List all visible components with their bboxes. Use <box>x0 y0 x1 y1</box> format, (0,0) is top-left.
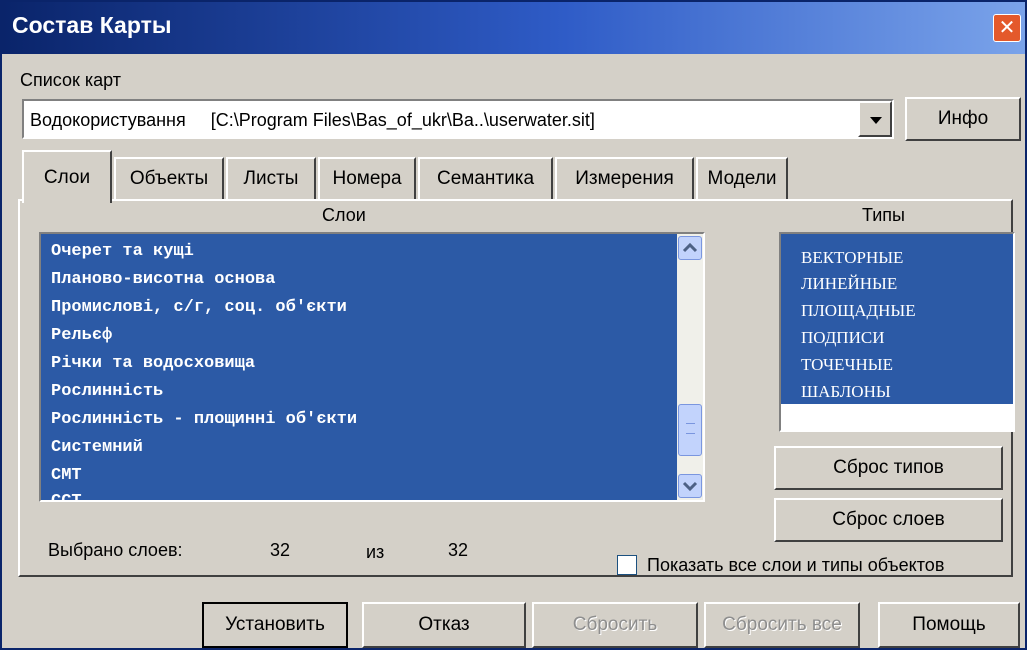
close-icon: ✕ <box>998 17 1016 39</box>
scroll-down-button[interactable] <box>678 474 702 498</box>
list-item[interactable]: ШАБЛОНЫ <box>801 382 891 402</box>
show-all-label[interactable]: Показать все слои и типы объектов <box>647 555 944 576</box>
window-title: Состав Карты <box>12 12 172 38</box>
layers-header: Слои <box>322 205 366 225</box>
selected-layers-label: Выбрано слоев: <box>48 540 183 560</box>
help-button[interactable]: Помощь <box>878 602 1020 648</box>
tab-sheets[interactable]: Листы <box>226 157 316 199</box>
tab-label: Объекты <box>129 168 209 189</box>
title-bar[interactable]: Состав Карты ✕ <box>2 2 1025 54</box>
tab-label: Семантика <box>436 168 535 189</box>
list-item[interactable]: Планово-висотна основа <box>51 270 275 289</box>
types-listbox[interactable]: ВЕКТОРНЫЕ ЛИНЕЙНЫЕ ПЛОЩАДНЫЕ ПОДПИСИ ТОЧ… <box>779 232 1015 432</box>
tab-label: Слои <box>43 166 91 188</box>
list-item[interactable]: Рослинність - площинні об'єкти <box>51 410 357 429</box>
layers-scrollbar[interactable] <box>677 234 703 500</box>
types-header: Типы <box>862 205 905 225</box>
list-item[interactable]: ПЛОЩАДНЫЕ <box>801 301 916 321</box>
tab-objects[interactable]: Объекты <box>114 157 224 199</box>
list-item[interactable]: Рослинність <box>51 382 163 401</box>
list-item[interactable]: ССТ <box>51 492 82 500</box>
info-button[interactable]: Инфо <box>905 97 1021 141</box>
layers-listbox[interactable]: Очерет та кущі Планово-висотна основа Пр… <box>39 232 705 502</box>
tab-label: Модели <box>707 168 777 189</box>
show-all-checkbox[interactable] <box>617 555 637 575</box>
list-item[interactable]: ПОДПИСИ <box>801 328 884 348</box>
scroll-thumb[interactable] <box>678 404 702 456</box>
total-layers-count: 32 <box>448 540 469 560</box>
chevron-up-icon <box>682 242 698 253</box>
list-item[interactable]: СМТ <box>51 466 82 485</box>
list-item[interactable]: ТОЧЕЧНЫЕ <box>801 355 893 375</box>
set-button[interactable]: Установить <box>202 602 348 648</box>
selected-layers-count: 32 <box>270 540 291 560</box>
map-list-label: Список карт <box>20 70 122 90</box>
map-path: [C:\Program Files\Bas_of_ukr\Ba..\userwa… <box>210 110 595 130</box>
tab-layers[interactable]: Слои <box>22 150 112 203</box>
list-item[interactable]: ЛИНЕЙНЫЕ <box>801 274 897 294</box>
map-select[interactable]: Водокористування [C:\Program Files\Bas_o… <box>22 99 894 139</box>
chevron-down-icon[interactable] <box>858 101 892 137</box>
tab-numbers[interactable]: Номера <box>318 157 416 199</box>
map-name: Водокористування <box>30 110 186 130</box>
list-item[interactable]: Річки та водосховища <box>51 354 255 373</box>
map-select-value: Водокористування [C:\Program Files\Bas_o… <box>30 110 595 131</box>
reset-button[interactable]: Сбросить <box>532 602 698 648</box>
list-item[interactable]: Очерет та кущі <box>51 242 194 261</box>
close-button[interactable]: ✕ <box>993 14 1021 42</box>
list-item[interactable]: Промислові, с/г, соц. об'єкти <box>51 298 347 317</box>
list-item[interactable]: Системний <box>51 438 143 457</box>
tab-measurements[interactable]: Измерения <box>555 157 694 199</box>
tab-label: Номера <box>332 168 402 189</box>
tab-label: Измерения <box>575 168 674 189</box>
scroll-up-button[interactable] <box>678 236 702 260</box>
chevron-down-icon <box>682 481 698 492</box>
list-item[interactable]: Рельєф <box>51 326 112 345</box>
tab-models[interactable]: Модели <box>696 157 788 199</box>
map-composition-dialog: Состав Карты ✕ Список карт Водокористува… <box>0 0 1027 650</box>
reset-all-button[interactable]: Сбросить все <box>704 602 860 648</box>
cancel-button[interactable]: Отказ <box>362 602 526 648</box>
of-label: из <box>366 542 385 562</box>
tab-semantics[interactable]: Семантика <box>418 157 553 199</box>
tab-label: Листы <box>243 168 299 189</box>
reset-layers-button[interactable]: Сброс слоев <box>774 498 1003 542</box>
reset-types-button[interactable]: Сброс типов <box>774 446 1003 490</box>
list-item[interactable]: ВЕКТОРНЫЕ <box>801 248 903 268</box>
